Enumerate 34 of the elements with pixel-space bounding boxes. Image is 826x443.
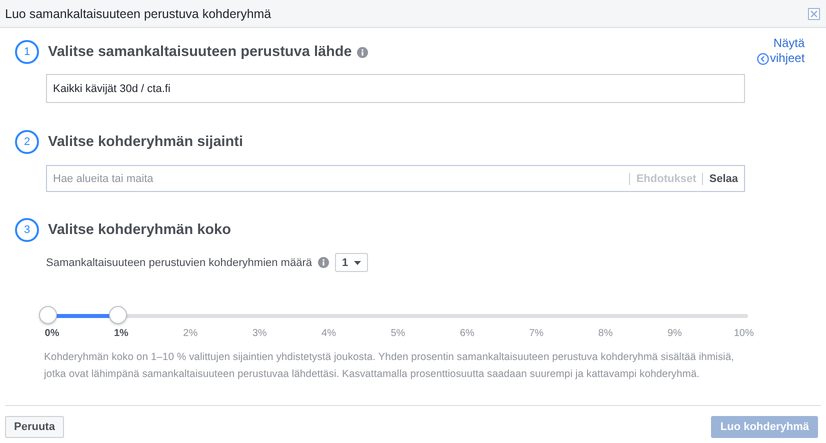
step-number: 1 [15,40,39,64]
count-label: Samankaltaisuuteen perustuvien kohderyhmien määrä [46,256,312,268]
step-number: 3 [15,218,39,242]
tick-label: 3% [251,328,268,339]
tick-label: 7% [528,328,545,339]
tick-label: 1% [112,328,130,339]
slider-handle[interactable] [109,306,127,324]
step-number: 2 [15,130,39,154]
description-text: Kohderyhmän koko on 1–10 % valittujen sijaintien yhdistetystä joukosta. Yhden prosentin samankaltaisuuteen perustuva kohderyhmä sisältää ihmisiä, jotka ovat lähimpänä samankaltaisuuteen perustuvaa lähdettäsi. Kasvattamalla prosenttiosuutta saadaan suurempi ja kattavampi kohderyhmä. [44,351,736,382]
location-search-field[interactable]: Hae alueita tai maita Ehdotukset Selaa [46,165,745,192]
tick-label: 6% [458,328,476,339]
close-button[interactable] [808,8,820,20]
tick-label: 5% [390,328,406,339]
caret-icon [354,260,362,264]
cancel-button[interactable]: Peruuta [5,416,64,438]
tick-label: 0% [44,328,60,339]
info-icon [356,46,368,58]
browse-link[interactable]: Selaa [709,172,738,184]
source-field[interactable]: Kaikki kävijät 30d / cta.fi [46,74,745,103]
hint-link[interactable]: Näytä vihjeet [757,36,805,66]
section-title: Valitse kohderyhmän koko [48,222,231,238]
tick-label: 10% [734,328,754,339]
tick-label: 4% [320,328,337,339]
count-dropdown[interactable]: 1 [335,253,368,272]
chevron-left-icon [757,52,769,64]
tick-label: 8% [597,328,614,339]
tick-label: 2% [182,328,199,339]
info-icon [318,257,329,268]
tick-label: 9% [666,328,683,339]
section-title: Valitse kohderyhmän sijainti [48,134,244,150]
close-icon [808,8,820,20]
section-title: Valitse samankaltaisuuteen perustuva lähde [48,44,352,60]
window-title: Luo samankaltaisuuteen perustuva kohderyhmä [5,6,272,20]
slider-handle[interactable] [39,306,57,324]
